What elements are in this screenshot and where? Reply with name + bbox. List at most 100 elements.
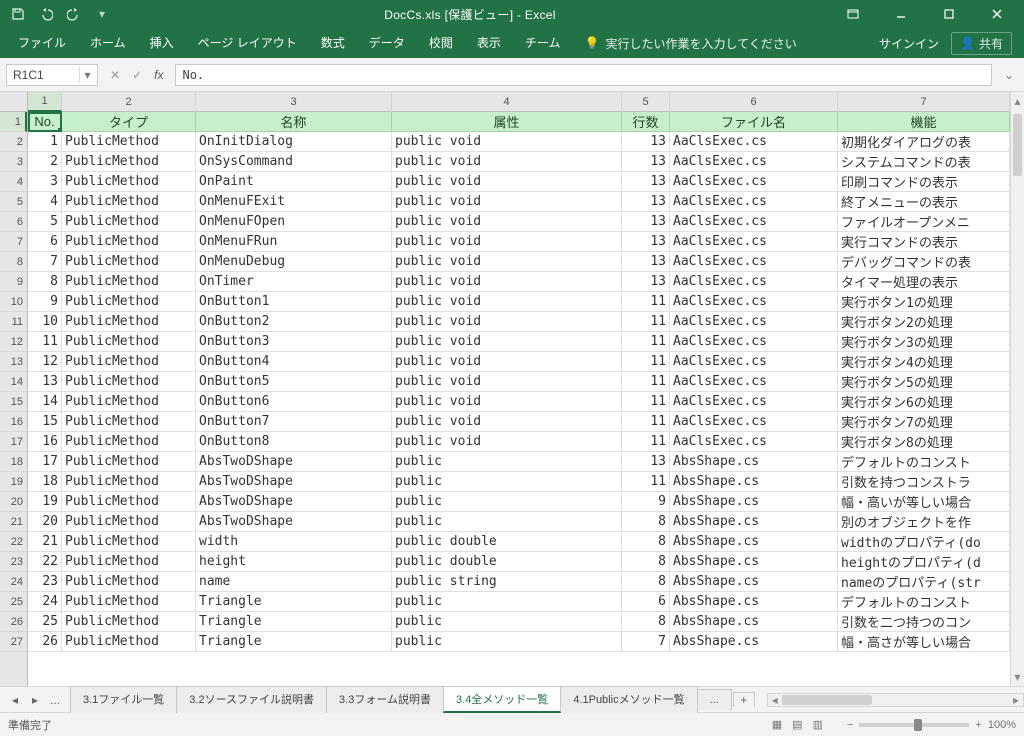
row-header[interactable]: 23 (0, 552, 27, 572)
sheet-tab[interactable]: 3.4全メソッド一覧 (443, 686, 561, 713)
page-layout-view-icon[interactable]: ▤ (792, 718, 802, 731)
row-header[interactable]: 3 (0, 152, 27, 172)
data-cell[interactable]: PublicMethod (62, 192, 196, 211)
row-header[interactable]: 25 (0, 592, 27, 612)
data-cell[interactable]: Triangle (196, 592, 392, 611)
row-header[interactable]: 17 (0, 432, 27, 452)
data-cell[interactable]: PublicMethod (62, 572, 196, 591)
data-cell[interactable]: OnButton2 (196, 312, 392, 331)
data-cell[interactable]: 6 (622, 592, 670, 611)
column-header[interactable]: 6 (670, 92, 838, 112)
data-cell[interactable]: AaClsExec.cs (670, 412, 838, 431)
zoom-knob[interactable] (914, 719, 922, 731)
data-cell[interactable]: AbsShape.cs (670, 452, 838, 471)
data-cell[interactable]: 12 (28, 352, 62, 371)
row-header[interactable]: 12 (0, 332, 27, 352)
data-cell[interactable]: 11 (622, 352, 670, 371)
zoom-out-button[interactable]: − (847, 719, 853, 731)
normal-view-icon[interactable]: ▦ (772, 718, 782, 731)
row-header[interactable]: 2 (0, 132, 27, 152)
vertical-scrollbar[interactable]: ▴ ▾ (1010, 92, 1024, 686)
sheet-first-icon[interactable]: ◂ (8, 693, 22, 707)
sheet-tab[interactable]: 3.1ファイル一覧 (70, 686, 177, 713)
data-cell[interactable]: PublicMethod (62, 232, 196, 251)
signin-link[interactable]: サインイン (879, 35, 939, 52)
zoom-level[interactable]: 100% (988, 719, 1016, 731)
data-cell[interactable]: 3 (28, 172, 62, 191)
data-cell[interactable]: width (196, 532, 392, 551)
row-header[interactable]: 21 (0, 512, 27, 532)
sheet-scroll-buttons[interactable]: ◂ ▸ ... (0, 693, 70, 707)
data-cell[interactable]: 初期化ダイアログの表 (838, 132, 1010, 151)
data-cell[interactable]: AaClsExec.cs (670, 272, 838, 291)
row-header[interactable]: 11 (0, 312, 27, 332)
row-header[interactable]: 8 (0, 252, 27, 272)
name-box[interactable]: R1C1 ▾ (6, 64, 98, 86)
row-header[interactable]: 14 (0, 372, 27, 392)
data-cell[interactable]: height (196, 552, 392, 571)
sheet-tab[interactable]: 3.2ソースファイル説明書 (176, 686, 327, 713)
data-cell[interactable]: AbsShape.cs (670, 532, 838, 551)
column-header[interactable]: 1 (28, 92, 62, 112)
data-cell[interactable]: PublicMethod (62, 392, 196, 411)
header-cell[interactable]: 行数 (622, 112, 670, 132)
data-cell[interactable]: 22 (28, 552, 62, 571)
data-cell[interactable]: 24 (28, 592, 62, 611)
data-cell[interactable]: nameのプロパティ(str (838, 572, 1010, 591)
header-cell[interactable]: 名称 (196, 112, 392, 132)
data-cell[interactable]: OnTimer (196, 272, 392, 291)
sheet-tab[interactable]: 4.1Publicメソッド一覧 (560, 686, 697, 713)
data-cell[interactable]: public double (392, 532, 622, 551)
data-cell[interactable]: ファイルオープンメニ (838, 212, 1010, 231)
header-cell[interactable]: タイプ (62, 112, 196, 132)
data-cell[interactable]: PublicMethod (62, 352, 196, 371)
data-cell[interactable]: name (196, 572, 392, 591)
data-cell[interactable]: 26 (28, 632, 62, 651)
data-cell[interactable]: widthのプロパティ(do (838, 532, 1010, 551)
data-cell[interactable]: Triangle (196, 612, 392, 631)
data-cell[interactable]: OnMenuDebug (196, 252, 392, 271)
data-cell[interactable]: 11 (622, 332, 670, 351)
data-cell[interactable]: 13 (622, 252, 670, 271)
ribbon-tab[interactable]: チーム (513, 28, 573, 59)
zoom-in-button[interactable]: + (975, 719, 981, 731)
hscroll-thumb[interactable] (782, 695, 872, 705)
data-cell[interactable]: public void (392, 412, 622, 431)
data-cell[interactable]: public void (392, 152, 622, 171)
header-cell[interactable]: 属性 (392, 112, 622, 132)
data-cell[interactable]: 8 (28, 272, 62, 291)
new-sheet-button[interactable]: + (733, 692, 755, 707)
data-cell[interactable]: AbsShape.cs (670, 552, 838, 571)
data-cell[interactable]: Triangle (196, 632, 392, 651)
data-cell[interactable]: 4 (28, 192, 62, 211)
data-cell[interactable]: OnButton8 (196, 432, 392, 451)
cancel-formula-icon[interactable]: ✕ (110, 68, 120, 82)
data-cell[interactable]: 11 (622, 372, 670, 391)
data-cell[interactable]: 13 (622, 132, 670, 151)
data-cell[interactable]: PublicMethod (62, 332, 196, 351)
data-cell[interactable]: 実行ボタン7の処理 (838, 412, 1010, 431)
formula-input[interactable]: No. (175, 64, 992, 86)
data-cell[interactable]: AbsTwoDShape (196, 452, 392, 471)
sheet-tab[interactable]: 3.3フォーム説明書 (326, 686, 444, 713)
data-cell[interactable]: PublicMethod (62, 312, 196, 331)
data-cell[interactable]: public (392, 632, 622, 651)
data-cell[interactable]: AaClsExec.cs (670, 332, 838, 351)
data-cell[interactable]: AbsShape.cs (670, 632, 838, 651)
row-header[interactable]: 24 (0, 572, 27, 592)
row-header[interactable]: 10 (0, 292, 27, 312)
cells-area[interactable]: No.タイプ名称属性行数ファイル名機能1PublicMethodOnInitDi… (28, 112, 1010, 686)
data-cell[interactable]: 8 (622, 532, 670, 551)
sheet-prev-icon[interactable]: ▸ (28, 693, 42, 707)
data-cell[interactable]: AaClsExec.cs (670, 232, 838, 251)
row-header[interactable]: 6 (0, 212, 27, 232)
data-cell[interactable]: public void (392, 192, 622, 211)
data-cell[interactable]: public (392, 612, 622, 631)
data-cell[interactable]: AbsShape.cs (670, 472, 838, 491)
data-cell[interactable]: public (392, 512, 622, 531)
data-cell[interactable]: OnMenuFOpen (196, 212, 392, 231)
zoom-slider[interactable] (859, 723, 969, 727)
chevron-down-icon[interactable]: ▾ (79, 67, 95, 83)
data-cell[interactable]: AbsShape.cs (670, 492, 838, 511)
data-cell[interactable]: 実行ボタン1の処理 (838, 292, 1010, 311)
